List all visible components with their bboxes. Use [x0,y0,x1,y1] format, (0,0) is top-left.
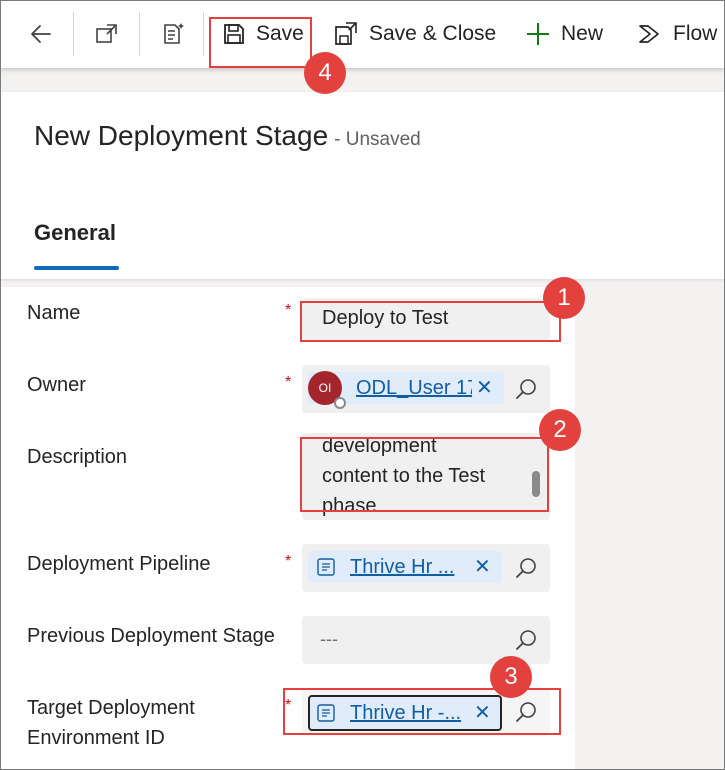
remove-target-environment-icon[interactable]: ✕ [474,703,491,723]
new-button[interactable]: New [525,0,603,68]
required-indicator: * [285,553,292,570]
target-environment-link[interactable]: Thrive Hr -... [350,702,464,725]
tab-general[interactable]: General [34,220,116,246]
target-environment-label-line: Environment ID [27,727,165,749]
target-environment-label-line: Target Deployment [27,697,195,719]
required-indicator: * [285,697,292,714]
save-and-close-icon [335,22,357,45]
back-arrow-icon [31,25,51,43]
save-button[interactable]: Save [222,0,304,68]
save-and-close-label: Save & Close [369,22,497,45]
annotation-badge-1: 1 [543,277,585,319]
command-bar: Save Save & Close New Flow [0,0,725,68]
unsaved-status: - Unsaved [334,129,421,150]
required-indicator: * [285,374,292,391]
deployment-pipeline-label: Deployment Pipeline [27,553,211,575]
open-in-new-window-button[interactable] [94,0,120,68]
target-environment-chip[interactable]: Thrive Hr -... ✕ [308,695,502,731]
toolbar-divider [203,12,204,56]
previous-stage-label: Previous Deployment Stage [27,625,275,647]
owner-label: Owner [27,374,86,396]
search-icon[interactable] [514,628,538,652]
search-icon[interactable] [514,700,538,724]
owner-chip[interactable]: OI ODL_User 17 ✕ [308,371,504,409]
owner-lookup-field[interactable]: OI ODL_User 17 ✕ [302,365,550,413]
page-title: New Deployment Stage - Unsaved [34,120,421,152]
save-label: Save [256,22,304,45]
search-icon[interactable] [514,377,538,401]
presence-status-icon [334,397,346,409]
target-environment-label: Target Deployment Environment ID [27,693,195,753]
toolbar-divider [139,12,140,56]
save-and-close-button[interactable]: Save & Close [333,0,496,68]
description-label: Description [27,446,128,468]
copilot-form-fill-icon [164,23,184,44]
description-line: content to the Test [322,465,486,487]
name-value: Deploy to Test [322,307,449,329]
remove-owner-icon[interactable]: ✕ [476,378,493,398]
annotation-badge-2: 2 [539,409,581,451]
plus-icon [527,23,549,45]
search-icon[interactable] [514,556,538,580]
flow-button[interactable]: Flow [637,0,717,68]
flow-icon [639,25,659,43]
owner-link[interactable]: ODL_User 17 [356,377,472,400]
annotation-badge-4: 4 [304,52,346,94]
new-label: New [561,22,604,45]
remove-pipeline-icon[interactable]: ✕ [474,557,491,577]
avatar-initials: OI [318,381,332,395]
save-icon [224,24,244,44]
description-text: development content to the Test phase [322,433,485,520]
owner-avatar: OI [308,371,346,409]
description-line: development [322,435,437,457]
previous-stage-placeholder: --- [320,629,338,649]
flow-label: Flow [673,22,718,45]
page-title-text: New Deployment Stage [34,120,329,151]
description-textarea[interactable]: development content to the Test phase [302,433,550,520]
tab-selected-indicator [34,266,119,270]
entity-icon [317,704,335,722]
deployment-pipeline-chip[interactable]: Thrive Hr ... ✕ [308,551,502,583]
name-label: Name [27,302,81,324]
annotation-badge-3: 3 [490,656,532,698]
deployment-pipeline-lookup-field[interactable]: Thrive Hr ... ✕ [302,544,550,592]
deployment-pipeline-link[interactable]: Thrive Hr ... [350,556,456,579]
textarea-scrollbar[interactable] [532,471,540,497]
toolbar-divider [73,12,74,56]
entity-icon [317,558,335,576]
open-in-new-window-icon [96,24,117,43]
copilot-button[interactable] [160,0,186,68]
back-button[interactable] [28,0,54,68]
name-field[interactable]: Deploy to Test [302,298,550,340]
required-indicator: * [285,302,292,319]
description-line: phase [322,495,377,517]
